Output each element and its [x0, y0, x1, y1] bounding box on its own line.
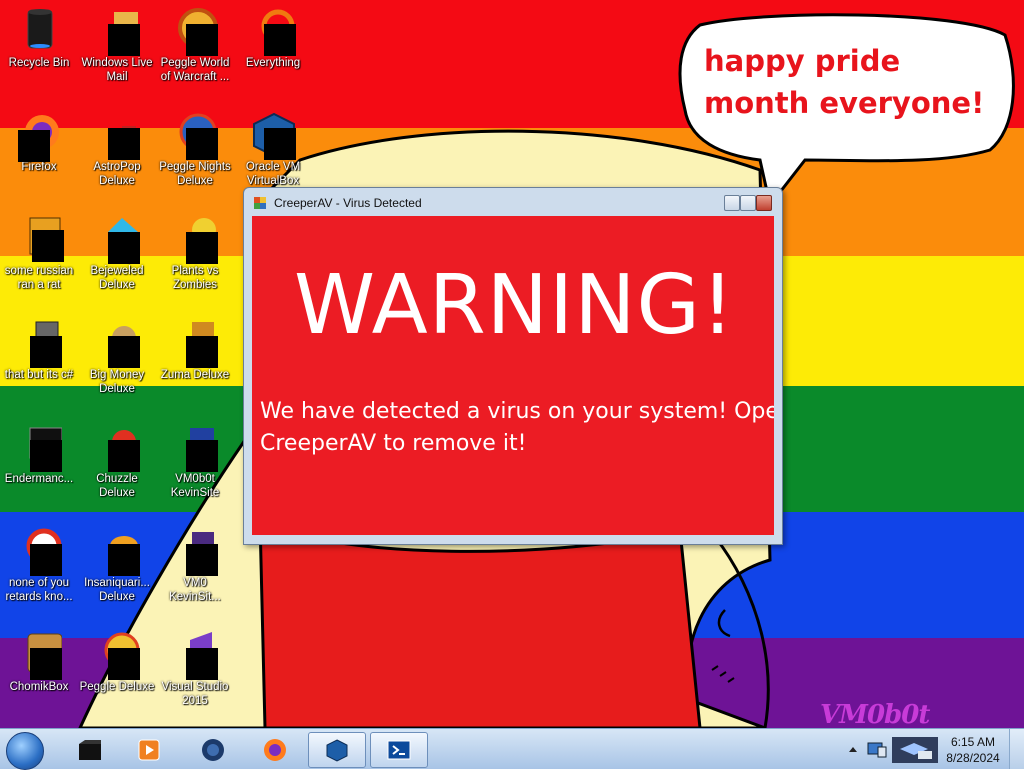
gem-icon: [94, 214, 140, 264]
network-tray-icon[interactable]: [866, 739, 888, 759]
taskbar-virtualbox[interactable]: [308, 732, 366, 768]
dialog-title: CreeperAV - Virus Detected: [274, 196, 422, 210]
system-clock[interactable]: 6:15 AM 8/28/2024: [940, 734, 1006, 766]
app-icon: [16, 526, 62, 576]
visual-studio-icon: [172, 630, 218, 680]
game-icon: [94, 422, 140, 472]
desktop-icon-visual-studio[interactable]: Visual Studio 2015: [156, 626, 234, 708]
recycle-bin-icon: [16, 6, 62, 52]
desktop: happy pride month everyone! VM0b0t Recyc…: [0, 0, 1024, 728]
maximize-button[interactable]: [740, 195, 756, 211]
desktop-icon-chomikbox[interactable]: ChomikBox: [0, 626, 78, 694]
desktop-icon-peggle-wow[interactable]: Peggle World of Warcraft ...: [156, 2, 234, 84]
start-button[interactable]: [6, 732, 44, 770]
desktop-icon-virtualbox[interactable]: Oracle VM VirtualBox: [234, 106, 312, 188]
desktop-icon-vm0b0t-kevinsite[interactable]: VM0b0t KevinSite: [156, 418, 234, 500]
taskbar-firefox[interactable]: [246, 732, 304, 768]
desktop-icon-insaniquarium[interactable]: Insaniquari... Deluxe: [78, 522, 156, 604]
desktop-icon-zuma[interactable]: Zuma Deluxe: [156, 314, 234, 382]
app-icon: [254, 196, 266, 209]
desktop-icon-big-money[interactable]: Big Money Deluxe: [78, 314, 156, 396]
desktop-icon-everything[interactable]: Everything: [234, 2, 312, 70]
notification-area: 6:15 AM 8/28/2024: [849, 729, 1024, 769]
desktop-icon-pvz[interactable]: Plants vs Zombies: [156, 210, 234, 292]
taskbar-app-3[interactable]: [184, 732, 242, 768]
vm0b0t-watermark: VM0b0t: [820, 700, 930, 728]
desktop-icon-that-but-csharp[interactable]: that but its c#: [0, 314, 78, 382]
clock-time: 6:15 AM: [950, 735, 996, 749]
dialog-titlebar[interactable]: CreeperAV - Virus Detected: [244, 188, 782, 216]
app-icon: [16, 214, 64, 262]
desktop-icon-recycle-bin[interactable]: Recycle Bin: [0, 2, 78, 70]
zuma-icon: [172, 318, 218, 368]
game-icon: [94, 110, 140, 160]
peggle-icon: [172, 110, 218, 160]
show-hidden-icons-icon[interactable]: [848, 745, 858, 753]
app-icon: [172, 422, 218, 472]
desktop-icon-peggle-deluxe[interactable]: Peggle Deluxe: [78, 626, 156, 694]
globe-icon: [201, 738, 225, 762]
desktop-icon-firefox[interactable]: Firefox: [0, 106, 78, 174]
firefox-icon: [263, 738, 287, 762]
chomikbox-icon: [16, 630, 63, 680]
show-desktop-button[interactable]: [1009, 729, 1024, 769]
clock-date: 8/28/2024: [946, 751, 1000, 765]
warning-message-line-1: We have detected a virus on your system!…: [260, 399, 774, 424]
speech-bubble-text: happy pride month everyone!: [704, 44, 985, 120]
minimize-button[interactable]: [724, 195, 740, 211]
desktop-icon-endermanch[interactable]: Endermanc...: [0, 418, 78, 486]
desktop-icon-bejeweled[interactable]: Bejeweled Deluxe: [78, 210, 156, 292]
desktop-icon-windows-live-mail[interactable]: Windows Live Mail: [78, 2, 156, 84]
tray-app-icon[interactable]: [892, 737, 938, 763]
media-player-icon: [137, 738, 161, 762]
warning-message-line-2: CreeperAV to remove it!: [260, 431, 527, 456]
taskbar: 6:15 AM 8/28/2024: [0, 728, 1024, 770]
money-icon: [94, 318, 140, 368]
powershell-icon: [387, 738, 411, 762]
firefox-icon: [16, 110, 62, 162]
desktop-icon-none-of-you[interactable]: none of you retards kno...: [0, 522, 78, 604]
plant-icon: [172, 214, 218, 264]
peggle-icon: [172, 6, 218, 56]
app-icon: [172, 526, 218, 576]
search-app-icon: [250, 6, 296, 56]
peggle-icon: [94, 630, 140, 680]
fish-icon: [94, 526, 140, 576]
taskbar-powershell[interactable]: [370, 732, 428, 768]
creeperav-dialog[interactable]: CreeperAV - Virus Detected WARNING! We h…: [243, 187, 783, 545]
desktop-icon-peggle-nights[interactable]: Peggle Nights Deluxe: [156, 106, 234, 188]
close-button[interactable]: [756, 195, 772, 211]
black-box-icon: [77, 738, 101, 762]
desktop-icon-chuzzle[interactable]: Chuzzle Deluxe: [78, 418, 156, 500]
taskbar-app-1[interactable]: [60, 732, 118, 768]
virtualbox-icon: [250, 110, 296, 160]
app-icon: [16, 318, 62, 368]
desktop-icon-russian-rat[interactable]: some russian ran a rat: [0, 210, 78, 292]
warning-message: We have detected a virus on your system!…: [260, 396, 774, 460]
desktop-icon-vm0-kevinsite[interactable]: VM0 KevinSit...: [156, 522, 234, 604]
dialog-content: WARNING! We have detected a virus on you…: [252, 216, 774, 535]
taskbar-media-player[interactable]: [120, 732, 178, 768]
virtualbox-icon: [325, 738, 349, 762]
terminal-icon: [16, 422, 63, 472]
desktop-icon-astropop[interactable]: AstroPop Deluxe: [78, 106, 156, 188]
warning-heading: WARNING!: [294, 258, 735, 353]
mail-icon: [94, 6, 140, 56]
